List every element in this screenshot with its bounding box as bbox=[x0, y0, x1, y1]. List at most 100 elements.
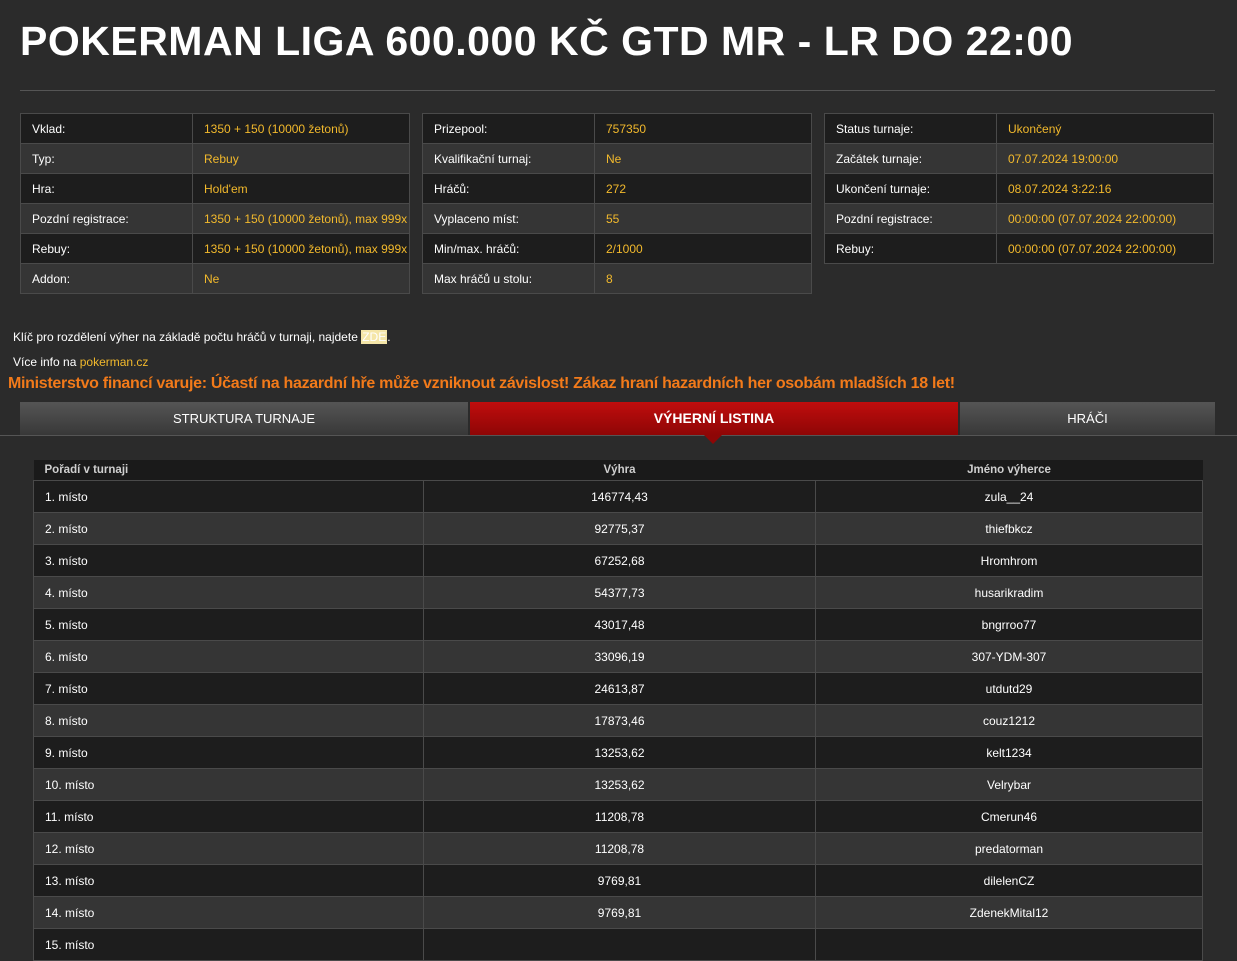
info-row: Hráčů: 272 bbox=[422, 173, 812, 204]
info-value: 08.07.2024 3:22:16 bbox=[996, 173, 1214, 204]
table-row: 11. místo 11208,78 Cmerun46 bbox=[33, 800, 1203, 833]
info-value: 2/1000 bbox=[594, 233, 812, 264]
payout-table: Pořadí v turnaji Výhra Jméno výherce 1. … bbox=[33, 460, 1203, 961]
tabs-divider bbox=[0, 435, 1237, 436]
info-row: Rebuy: 1350 + 150 (10000 žetonů), max 999… bbox=[20, 233, 410, 264]
payout-rank: 2. místo bbox=[33, 512, 424, 545]
payout-winner: zula__24 bbox=[815, 480, 1203, 513]
table-row: 9. místo 13253,62 kelt1234 bbox=[33, 736, 1203, 769]
info-value: 00:00:00 (07.07.2024 22:00:00) bbox=[996, 203, 1214, 234]
info-row: Rebuy: 00:00:00 (07.07.2024 22:00:00) bbox=[824, 233, 1214, 264]
payout-key-note: Klíč pro rozdělení výher na základě počt… bbox=[13, 330, 391, 344]
more-info-note: Více info na pokerman.cz bbox=[13, 355, 148, 369]
info-table-right: Status turnaje: Ukončený Začátek turnaje: 0… bbox=[824, 113, 1214, 264]
payout-prize: 54377,73 bbox=[423, 576, 816, 609]
info-table-middle: Prizepool: 757350 Kvalifikační turnaj: Ne Hr… bbox=[422, 113, 812, 294]
payout-prize: 13253,62 bbox=[423, 736, 816, 769]
tab-payouts[interactable]: VÝHERNÍ LISTINA bbox=[470, 402, 958, 435]
tab-structure[interactable]: STRUKTURA TURNAJE bbox=[20, 402, 468, 435]
info-key: Vyplaceno míst: bbox=[422, 203, 595, 234]
info-key: Max hráčů u stolu: bbox=[422, 263, 595, 294]
info-value: 55 bbox=[594, 203, 812, 234]
payout-rank: 11. místo bbox=[33, 800, 424, 833]
payout-winner: ZdenekMital12 bbox=[815, 896, 1203, 929]
info-row: Začátek turnaje: 07.07.2024 19:00:00 bbox=[824, 143, 1214, 174]
payout-prize: 33096,19 bbox=[423, 640, 816, 673]
payout-prize: 67252,68 bbox=[423, 544, 816, 577]
header-prize: Výhra bbox=[423, 460, 816, 481]
info-row: Status turnaje: Ukončený bbox=[824, 113, 1214, 144]
pokerman-link[interactable]: pokerman.cz bbox=[80, 355, 149, 369]
payout-winner: Hromhrom bbox=[815, 544, 1203, 577]
payout-prize: 43017,48 bbox=[423, 608, 816, 641]
tab-bar: STRUKTURA TURNAJE VÝHERNÍ LISTINA HRÁČI bbox=[20, 402, 1215, 435]
payout-prize: 24613,87 bbox=[423, 672, 816, 705]
info-key: Začátek turnaje: bbox=[824, 143, 997, 174]
payout-winner: Cmerun46 bbox=[815, 800, 1203, 833]
info-row: Hra: Hold'em bbox=[20, 173, 410, 204]
payout-key-text: Klíč pro rozdělení výher na základě počt… bbox=[13, 330, 358, 344]
table-row: 14. místo 9769,81 ZdenekMital12 bbox=[33, 896, 1203, 929]
table-row: 1. místo 146774,43 zula__24 bbox=[33, 480, 1203, 513]
table-row: 8. místo 17873,46 couz1212 bbox=[33, 704, 1203, 737]
payout-header-row: Pořadí v turnaji Výhra Jméno výherce bbox=[33, 460, 1203, 481]
payout-prize: 11208,78 bbox=[423, 800, 816, 833]
info-value: 00:00:00 (07.07.2024 22:00:00) bbox=[996, 233, 1214, 264]
info-key: Vklad: bbox=[20, 113, 193, 144]
info-row: Pozdní registrace: 1350 + 150 (10000 žeto… bbox=[20, 203, 410, 234]
payout-key-end: . bbox=[387, 330, 391, 344]
tab-players[interactable]: HRÁČI bbox=[960, 402, 1215, 435]
info-key: Rebuy: bbox=[824, 233, 997, 264]
info-key: Prizepool: bbox=[422, 113, 595, 144]
info-table-left: Vklad: 1350 + 150 (10000 žetonů) Typ: Rebuy… bbox=[20, 113, 410, 294]
payout-rank: 8. místo bbox=[33, 704, 424, 737]
info-key: Rebuy: bbox=[20, 233, 193, 264]
info-key: Hráčů: bbox=[422, 173, 595, 204]
payout-winner: thiefbkcz bbox=[815, 512, 1203, 545]
info-key: Ukončení turnaje: bbox=[824, 173, 997, 204]
payout-winner bbox=[815, 928, 1203, 961]
payout-prize: 92775,37 bbox=[423, 512, 816, 545]
payout-prize: 9769,81 bbox=[423, 896, 816, 929]
info-key: Kvalifikační turnaj: bbox=[422, 143, 595, 174]
payout-rank: 10. místo bbox=[33, 768, 424, 801]
table-row: 12. místo 11208,78 predatorman bbox=[33, 832, 1203, 865]
payout-winner: husarikradim bbox=[815, 576, 1203, 609]
payout-prize bbox=[423, 928, 816, 961]
payout-winner: predatorman bbox=[815, 832, 1203, 865]
info-key: Pozdní registrace: bbox=[824, 203, 997, 234]
table-row: 4. místo 54377,73 husarikradim bbox=[33, 576, 1203, 609]
info-row: Typ: Rebuy bbox=[20, 143, 410, 174]
payout-rank: 13. místo bbox=[33, 864, 424, 897]
table-row: 5. místo 43017,48 bngrroo77 bbox=[33, 608, 1203, 641]
info-value: 1350 + 150 (10000 žetonů), max 999x bbox=[192, 203, 410, 234]
info-key: Hra: bbox=[20, 173, 193, 204]
payout-winner: Velrybar bbox=[815, 768, 1203, 801]
info-key: Pozdní registrace: bbox=[20, 203, 193, 234]
payout-rank: 7. místo bbox=[33, 672, 424, 705]
table-row: 10. místo 13253,62 Velrybar bbox=[33, 768, 1203, 801]
info-value: 1350 + 150 (10000 žetonů) bbox=[192, 113, 410, 144]
payout-prize: 11208,78 bbox=[423, 832, 816, 865]
payout-rank: 5. místo bbox=[33, 608, 424, 641]
payout-prize: 13253,62 bbox=[423, 768, 816, 801]
payout-prize: 9769,81 bbox=[423, 864, 816, 897]
info-value: Rebuy bbox=[192, 143, 410, 174]
payout-winner: kelt1234 bbox=[815, 736, 1203, 769]
table-row: 7. místo 24613,87 utdutd29 bbox=[33, 672, 1203, 705]
info-row: Ukončení turnaje: 08.07.2024 3:22:16 bbox=[824, 173, 1214, 204]
gambling-warning: Ministerstvo financí varuje: Účastí na h… bbox=[8, 375, 955, 392]
payout-rank: 1. místo bbox=[33, 480, 424, 513]
payout-rank: 9. místo bbox=[33, 736, 424, 769]
payout-rank: 4. místo bbox=[33, 576, 424, 609]
info-row: Pozdní registrace: 00:00:00 (07.07.2024 2… bbox=[824, 203, 1214, 234]
payout-key-link[interactable]: ZDE bbox=[361, 330, 388, 344]
info-value: Ne bbox=[594, 143, 812, 174]
payout-rank: 15. místo bbox=[33, 928, 424, 961]
info-row: Vyplaceno míst: 55 bbox=[422, 203, 812, 234]
info-key: Min/max. hráčů: bbox=[422, 233, 595, 264]
payout-winner: bngrroo77 bbox=[815, 608, 1203, 641]
info-value: 757350 bbox=[594, 113, 812, 144]
info-row: Kvalifikační turnaj: Ne bbox=[422, 143, 812, 174]
payout-winner: utdutd29 bbox=[815, 672, 1203, 705]
